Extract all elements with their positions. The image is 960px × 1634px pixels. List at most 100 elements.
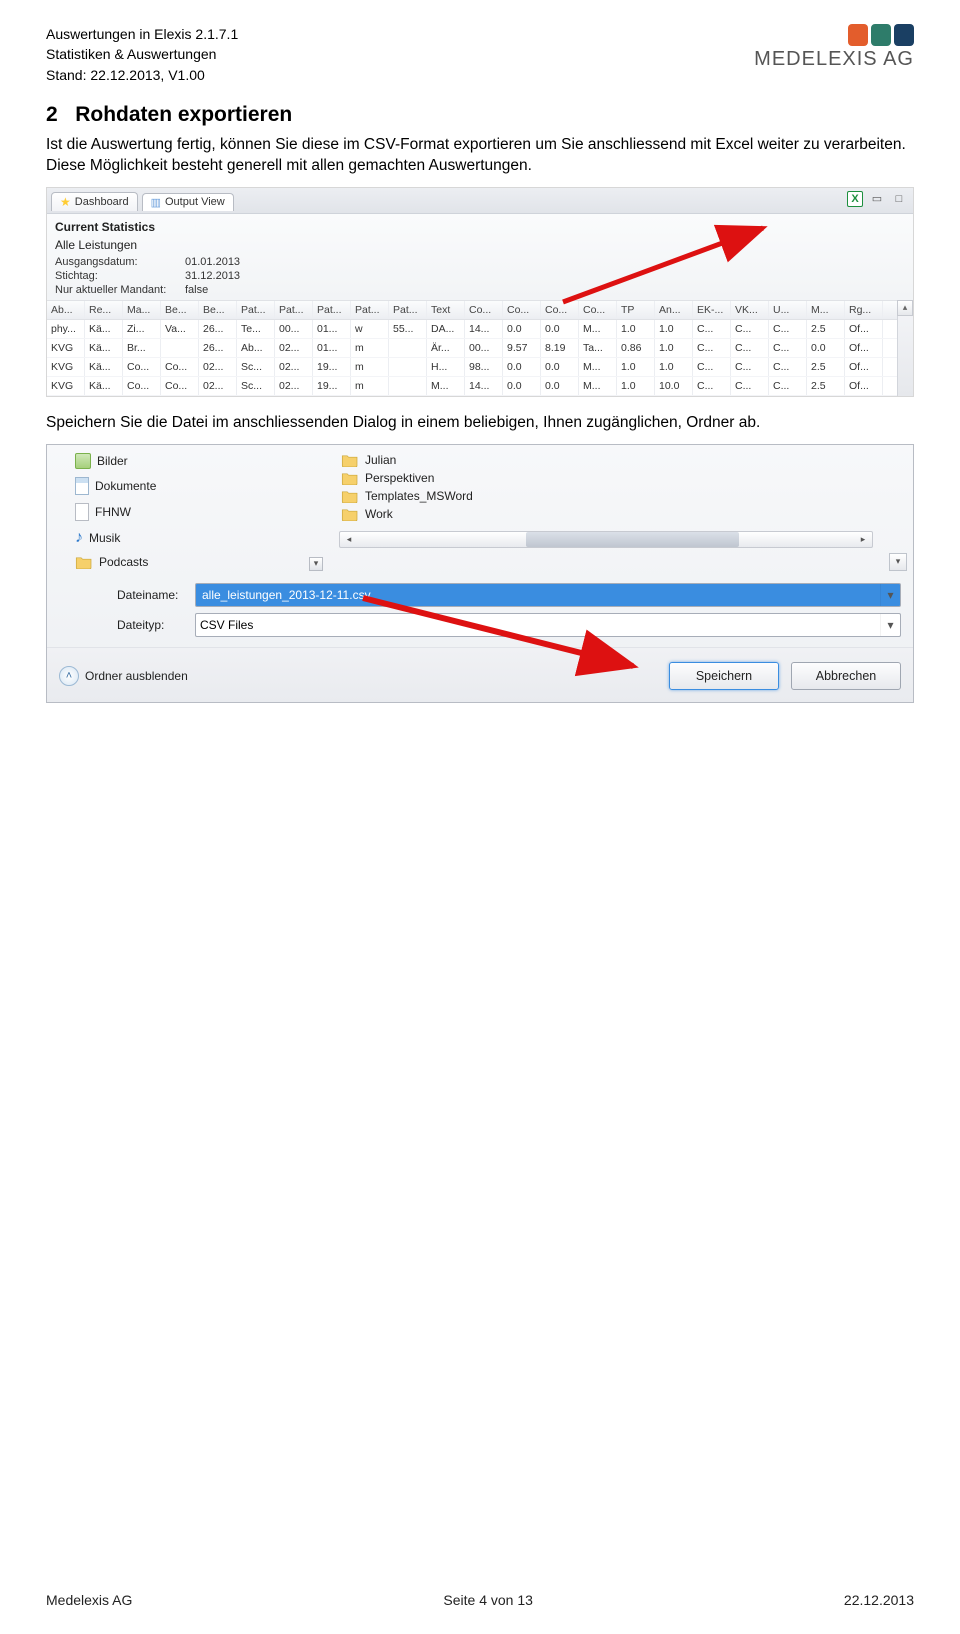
export-excel-icon[interactable]: X bbox=[847, 191, 863, 207]
minimize-icon[interactable]: ▭ bbox=[869, 191, 885, 207]
table-cell: 8.19 bbox=[541, 339, 579, 357]
column-header[interactable]: Rg... bbox=[845, 301, 883, 319]
filetype-select[interactable]: CSV Files ▾ bbox=[195, 613, 901, 637]
folder-item-label: Work bbox=[365, 507, 393, 521]
table-cell: Kä... bbox=[85, 339, 123, 357]
save-button[interactable]: Speichern bbox=[669, 662, 779, 690]
label-filetype: Dateityp: bbox=[117, 618, 187, 632]
label-mandant: Nur aktueller Mandant: bbox=[55, 284, 185, 296]
logo: MEDELEXIS AG bbox=[754, 24, 914, 71]
label-filename: Dateiname: bbox=[117, 588, 187, 602]
column-header[interactable]: An... bbox=[655, 301, 693, 319]
table-cell: Co... bbox=[123, 377, 161, 395]
table-row[interactable]: KVGKä...Br...26...Ab...02...01...mÄr...0… bbox=[47, 339, 913, 358]
nav-item[interactable]: Dokumente bbox=[73, 475, 293, 497]
column-header[interactable]: Co... bbox=[579, 301, 617, 319]
dropdown-arrow-icon[interactable]: ▾ bbox=[880, 614, 900, 636]
column-header[interactable]: Co... bbox=[503, 301, 541, 319]
doc-stand: Stand: 22.12.2013, V1.00 bbox=[46, 65, 238, 85]
nav-item[interactable]: Bilder bbox=[73, 451, 293, 471]
column-header[interactable]: M... bbox=[807, 301, 845, 319]
column-header[interactable]: Pat... bbox=[237, 301, 275, 319]
table-cell: 1.0 bbox=[655, 320, 693, 338]
column-header[interactable]: Re... bbox=[85, 301, 123, 319]
folder-item[interactable]: Perspektiven bbox=[339, 469, 873, 487]
table-row[interactable]: KVGKä...Co...Co...02...Sc...02...19...mH… bbox=[47, 358, 913, 377]
folder-column: JulianPerspektivenTemplates_MSWord Work ◂… bbox=[339, 451, 873, 571]
filename-input[interactable]: alle_leistungen_2013-12-11.csv ▾ bbox=[195, 583, 901, 607]
nav-item-label: Dokumente bbox=[95, 479, 156, 493]
folder-item[interactable]: Templates_MSWord bbox=[339, 487, 873, 505]
value-stichtag: 31.12.2013 bbox=[185, 270, 240, 282]
horizontal-scrollbar[interactable]: ◂ ▸ bbox=[339, 531, 873, 548]
scroll-down-arrow-right[interactable]: ▾ bbox=[889, 553, 907, 571]
footer-left: Medelexis AG bbox=[46, 1592, 132, 1608]
table-cell bbox=[161, 339, 199, 357]
folder-item[interactable]: Work bbox=[339, 505, 873, 523]
column-header[interactable]: Pat... bbox=[351, 301, 389, 319]
dropdown-arrow-icon[interactable]: ▾ bbox=[880, 584, 900, 606]
statistics-view-screenshot: ★Dashboard ▥Output View X ▭ □ Current St… bbox=[46, 187, 914, 397]
tab-output-view[interactable]: ▥Output View bbox=[142, 193, 234, 211]
column-header[interactable]: VK... bbox=[731, 301, 769, 319]
table-cell: 01... bbox=[313, 320, 351, 338]
column-header[interactable]: Be... bbox=[161, 301, 199, 319]
table-cell bbox=[389, 358, 427, 376]
table-cell: m bbox=[351, 377, 389, 395]
table-cell: phy... bbox=[47, 320, 85, 338]
column-header[interactable]: EK-... bbox=[693, 301, 731, 319]
table-cell: C... bbox=[769, 339, 807, 357]
nav-column: Bilder Dokumente FHNW ♪Musik Podcasts bbox=[53, 451, 293, 571]
scrollbar-thumb[interactable] bbox=[526, 532, 739, 547]
table-cell: KVG bbox=[47, 358, 85, 376]
tab-dashboard[interactable]: ★Dashboard bbox=[51, 192, 138, 211]
table-cell: C... bbox=[693, 358, 731, 376]
maximize-icon[interactable]: □ bbox=[891, 191, 907, 207]
table-cell: H... bbox=[427, 358, 465, 376]
column-header[interactable]: U... bbox=[769, 301, 807, 319]
folder-item[interactable]: Julian bbox=[339, 451, 873, 469]
scroll-up-arrow[interactable]: ▴ bbox=[897, 300, 913, 316]
paragraph-2: Speichern Sie die Datei im anschliessend… bbox=[46, 413, 914, 434]
section-number: 2 bbox=[46, 103, 58, 126]
table-cell: m bbox=[351, 358, 389, 376]
table-cell: w bbox=[351, 320, 389, 338]
table-cell: 0.0 bbox=[503, 358, 541, 376]
table-cell: Kä... bbox=[85, 320, 123, 338]
column-header[interactable]: Pat... bbox=[275, 301, 313, 319]
table-cell: C... bbox=[731, 339, 769, 357]
label-stichtag: Stichtag: bbox=[55, 270, 185, 282]
column-header[interactable]: Co... bbox=[541, 301, 579, 319]
table-cell: 02... bbox=[275, 377, 313, 395]
star-icon: ★ bbox=[60, 195, 71, 209]
table-cell: KVG bbox=[47, 339, 85, 357]
column-header[interactable]: TP bbox=[617, 301, 655, 319]
column-header[interactable]: Pat... bbox=[389, 301, 427, 319]
column-header[interactable]: Be... bbox=[199, 301, 237, 319]
hide-folder-link[interactable]: ˄ Ordner ausblenden bbox=[59, 666, 188, 686]
data-table: Ab...Re...Ma...Be...Be...Pat...Pat...Pat… bbox=[47, 300, 913, 396]
column-header[interactable]: Ma... bbox=[123, 301, 161, 319]
filename-value: alle_leistungen_2013-12-11.csv bbox=[200, 588, 373, 602]
cancel-button[interactable]: Abbrechen bbox=[791, 662, 901, 690]
nav-item[interactable]: Podcasts bbox=[73, 553, 293, 571]
column-header[interactable]: Co... bbox=[465, 301, 503, 319]
table-cell: Of... bbox=[845, 339, 883, 357]
table-cell: M... bbox=[579, 320, 617, 338]
scroll-down-arrow[interactable]: ▾ bbox=[309, 557, 323, 571]
vertical-scrollbar[interactable]: ▴ bbox=[897, 300, 913, 396]
column-header[interactable]: Pat... bbox=[313, 301, 351, 319]
column-header[interactable]: Ab... bbox=[47, 301, 85, 319]
table-cell: 2.5 bbox=[807, 358, 845, 376]
table-row[interactable]: phy...Kä...Zi...Va...26...Te...00...01..… bbox=[47, 320, 913, 339]
table-cell: Co... bbox=[161, 377, 199, 395]
value-ausgangsdatum: 01.01.2013 bbox=[185, 256, 240, 268]
table-cell: Co... bbox=[123, 358, 161, 376]
table-cell: DA... bbox=[427, 320, 465, 338]
table-row[interactable]: KVGKä...Co...Co...02...Sc...02...19...mM… bbox=[47, 377, 913, 396]
nav-item[interactable]: FHNW bbox=[73, 501, 293, 523]
table-cell: C... bbox=[693, 320, 731, 338]
nav-item[interactable]: ♪Musik bbox=[73, 527, 293, 549]
table-cell: C... bbox=[769, 320, 807, 338]
column-header[interactable]: Text bbox=[427, 301, 465, 319]
